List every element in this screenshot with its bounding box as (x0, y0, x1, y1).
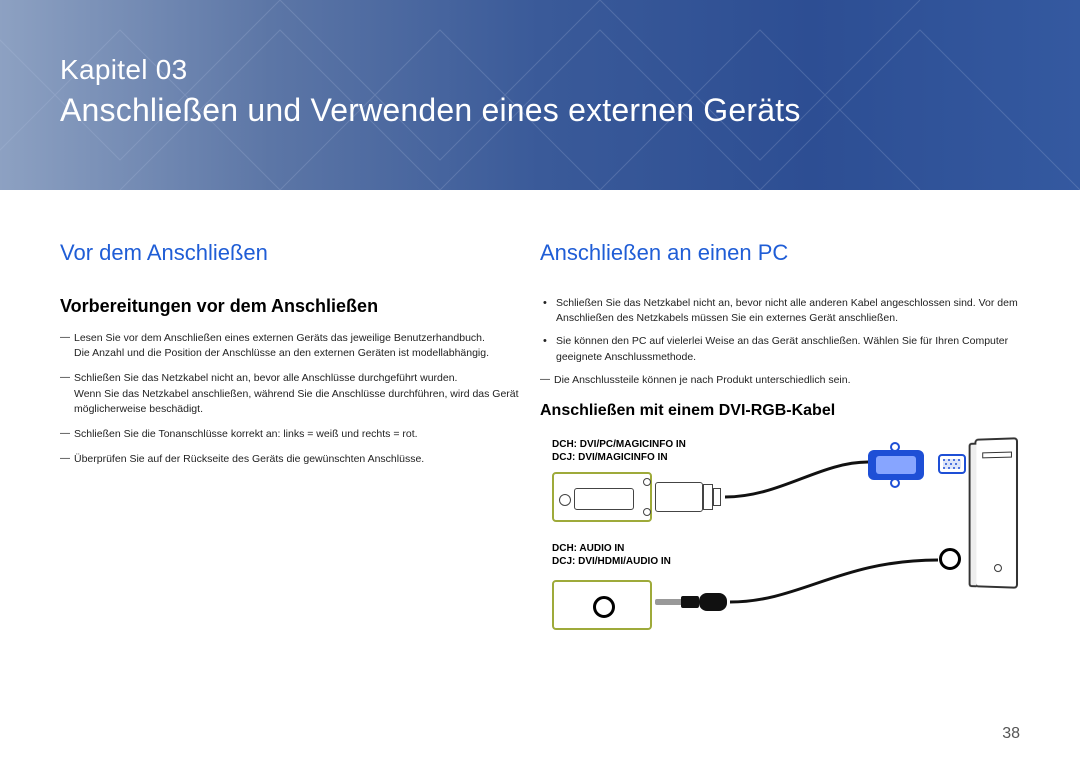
list-item: Schließen Sie die Tonanschlüsse korrekt … (60, 427, 520, 442)
vga-port-pins-icon (941, 458, 963, 470)
list-item: Überprüfen Sie auf der Rückseite des Ger… (60, 452, 520, 467)
port-label-line: DCH: DVI/PC/MAGICINFO IN (552, 438, 686, 451)
pc-connect-bullets: Schließen Sie das Netzkabel nicht an, be… (540, 296, 1020, 365)
port-label-line: DCJ: DVI/HDMI/AUDIO IN (552, 555, 671, 568)
list-item-line: Schließen Sie das Netzkabel nicht an, be… (556, 297, 976, 309)
pc-connect-note: Die Anschlussteile können je nach Produk… (540, 373, 1020, 388)
section-heading-before-connecting: Vor dem Anschließen (60, 240, 520, 266)
page-number: 38 (1002, 725, 1020, 743)
audio-cable-plug-icon (655, 592, 729, 612)
list-item: Schließen Sie das Netzkabel nicht an, be… (60, 371, 520, 417)
device-dvi-port (552, 472, 652, 522)
list-item: Die Anschlussteile können je nach Produk… (540, 373, 1020, 388)
port-label-line: DCH: AUDIO IN (552, 542, 671, 555)
preparation-list: Lesen Sie vor dem Anschließen eines exte… (60, 331, 520, 468)
chapter-label: Kapitel 03 (60, 54, 801, 86)
chapter-hero-banner: Kapitel 03 Anschließen und Verwenden ein… (0, 0, 1080, 190)
subsection-heading-preparations: Vorbereitungen vor dem Anschließen (60, 296, 520, 317)
content-columns: Vor dem Anschließen Vorbereitungen vor d… (0, 190, 1080, 672)
audio-port-labels: DCH: AUDIO IN DCJ: DVI/HDMI/AUDIO IN (552, 542, 671, 568)
right-column: Anschließen an einen PC Schließen Sie da… (540, 240, 1020, 672)
list-item-line: Wenn Sie das Netzkabel anschließen, währ… (74, 387, 520, 417)
device-audio-port (552, 580, 652, 630)
list-item-line: Schließen Sie das Netzkabel nicht an, be… (74, 371, 520, 386)
list-item-line: Sie können den PC auf vielerlei Weise an… (556, 335, 860, 347)
hero-text: Kapitel 03 Anschließen und Verwenden ein… (60, 54, 801, 129)
audio-jack-icon (593, 596, 615, 618)
list-item: Lesen Sie vor dem Anschließen eines exte… (60, 331, 520, 361)
vga-cable-plug-icon (868, 444, 924, 486)
list-item: Schließen Sie das Netzkabel nicht an, be… (540, 296, 1020, 326)
list-item-line: Schließen Sie die Tonanschlüsse korrekt … (74, 427, 520, 442)
pc-audio-jack-icon (939, 548, 961, 570)
dvi-cable-plug-icon (655, 478, 725, 516)
pc-tower-icon (974, 437, 1018, 589)
chapter-title: Anschließen und Verwenden eines externen… (60, 92, 801, 129)
dvi-connector-icon (574, 488, 634, 510)
section-heading-connect-pc: Anschließen an einen PC (540, 240, 1020, 266)
left-column: Vor dem Anschließen Vorbereitungen vor d… (60, 240, 520, 672)
list-item-line: Die Anschlussteile können je nach Produk… (554, 374, 851, 386)
list-item-line: Überprüfen Sie auf der Rückseite des Ger… (74, 452, 520, 467)
connection-diagram: DCH: DVI/PC/MAGICINFO IN DCJ: DVI/MAGICI… (540, 432, 1020, 672)
list-item-line: Lesen Sie vor dem Anschließen eines exte… (74, 331, 520, 346)
page: Kapitel 03 Anschließen und Verwenden ein… (0, 0, 1080, 763)
dvi-port-labels: DCH: DVI/PC/MAGICINFO IN DCJ: DVI/MAGICI… (552, 438, 686, 464)
port-label-line: DCJ: DVI/MAGICINFO IN (552, 451, 686, 464)
list-item: Sie können den PC auf vielerlei Weise an… (540, 334, 1020, 364)
list-item-line: Die Anzahl und die Position der Anschlüs… (74, 346, 520, 361)
subsection-heading-dvi-rgb: Anschließen mit einem DVI-RGB-Kabel (540, 402, 1020, 420)
